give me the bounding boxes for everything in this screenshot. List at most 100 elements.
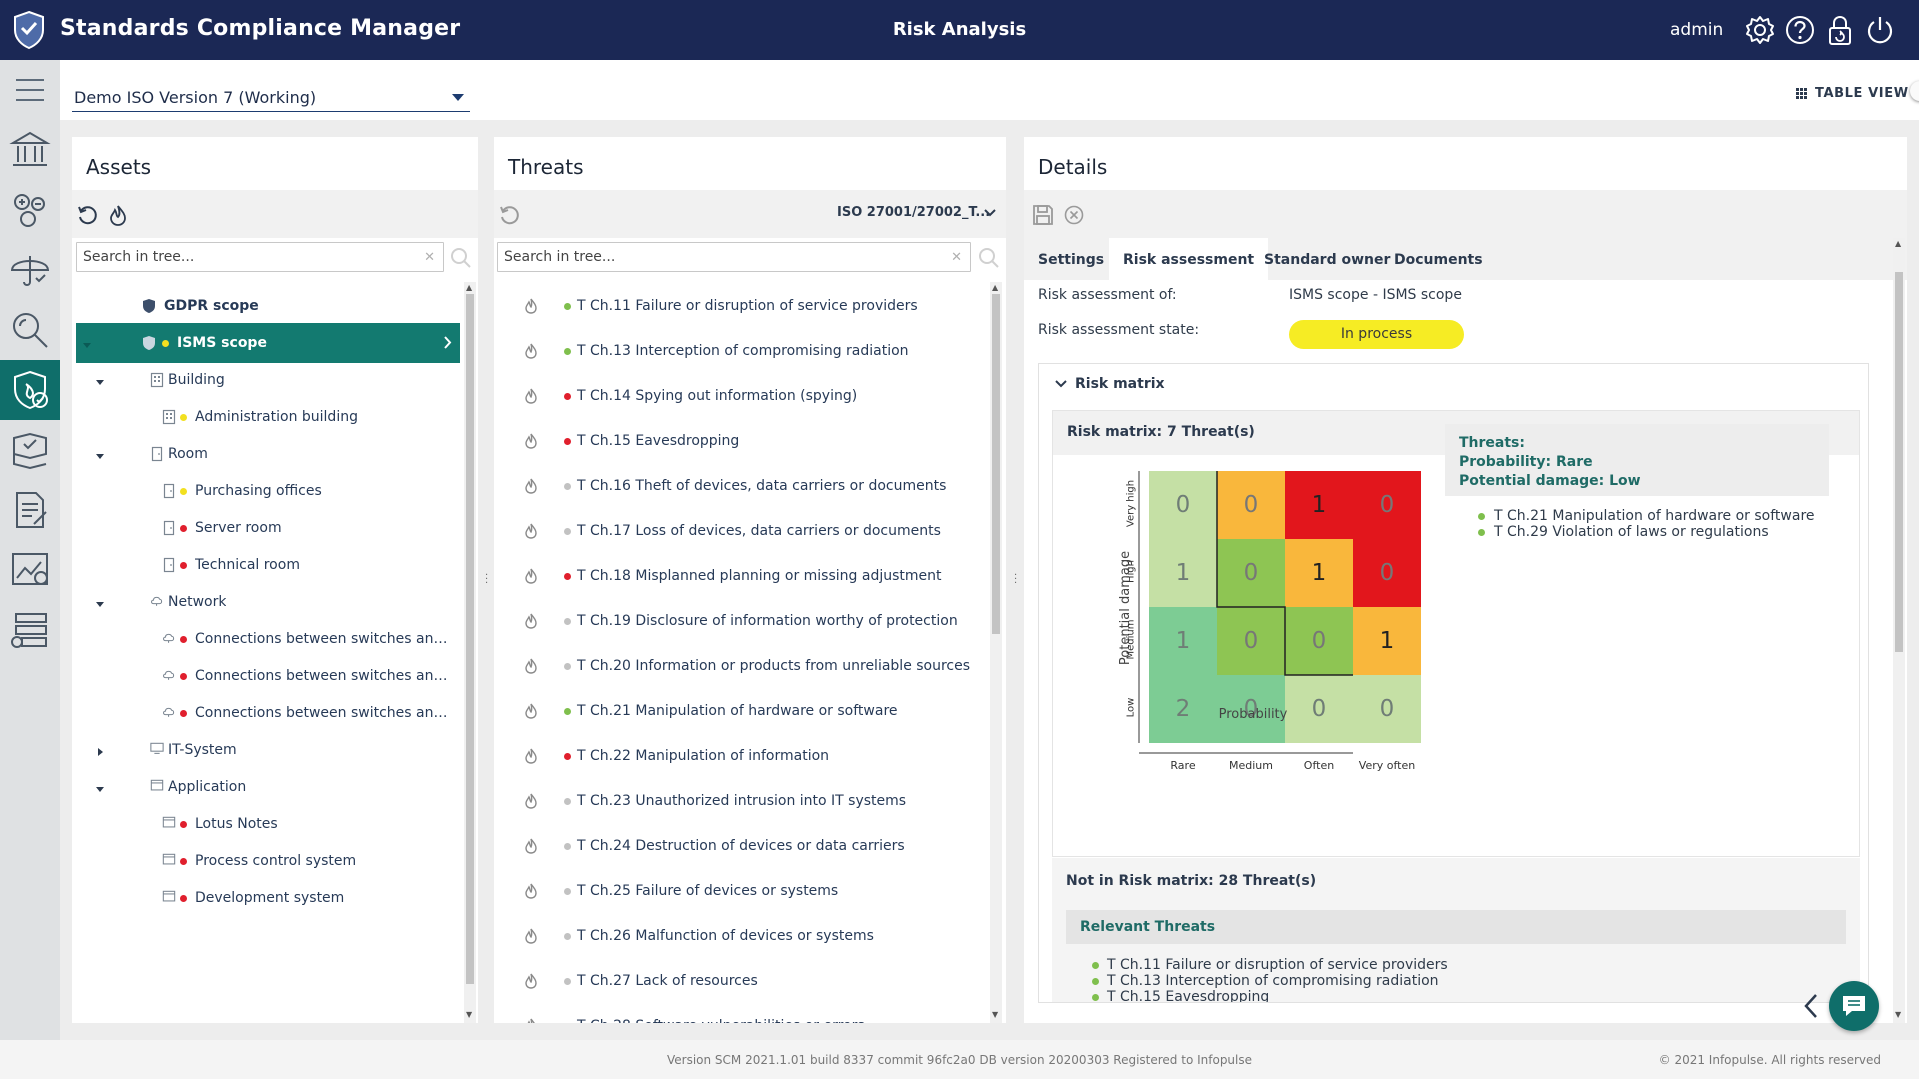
risk-analysis-icon[interactable] [0, 360, 60, 420]
roles-icon[interactable] [0, 180, 60, 240]
details-panel: Details Settings Risk assessment Standar… [1024, 137, 1907, 1023]
relevant-threat-item[interactable]: T Ch.15 Eavesdropping [1092, 989, 1269, 1002]
save-icon[interactable] [1032, 204, 1054, 226]
matrix-threat-item[interactable]: T Ch.29 Violation of laws or regulations [1478, 524, 1769, 540]
relevant-threat-item[interactable]: T Ch.13 Interception of compromising rad… [1092, 973, 1439, 989]
caret-right-icon[interactable] [95, 745, 105, 756]
app-logo-icon[interactable] [12, 10, 46, 50]
threat-list-item[interactable]: T Ch.24 Destruction of devices or data c… [494, 824, 992, 868]
clear-icon[interactable]: ✕ [424, 250, 435, 265]
analytics-icon[interactable] [0, 540, 60, 600]
threats-scrollbar[interactable]: ▲ ▼ [990, 282, 1002, 1023]
status-dot [564, 843, 571, 850]
status-dot [180, 413, 187, 421]
search-analysis-icon[interactable] [0, 300, 60, 360]
report-icon[interactable] [0, 480, 60, 540]
matrix-cell[interactable]: 1 [1353, 607, 1421, 675]
matrix-cell[interactable]: 1 [1285, 539, 1353, 607]
threat-list-item[interactable]: T Ch.20 Information or products from unr… [494, 644, 992, 688]
threat-list-item[interactable]: T Ch.19 Disclosure of information worthy… [494, 599, 992, 643]
threat-list-item[interactable]: T Ch.23 Unauthorized intrusion into IT s… [494, 779, 992, 823]
threat-list-item[interactable]: T Ch.17 Loss of devices, data carriers o… [494, 509, 992, 553]
asset-tree-label: Process control system [195, 853, 357, 869]
threats-search-input[interactable] [498, 243, 970, 271]
matrix-threat-item[interactable]: T Ch.21 Manipulation of hardware or soft… [1478, 508, 1815, 524]
chat-button[interactable] [1829, 981, 1879, 1031]
flame-icon [524, 478, 538, 494]
flame-icon[interactable] [108, 204, 128, 226]
gear-icon[interactable] [1744, 14, 1776, 46]
threat-list-item[interactable]: T Ch.14 Spying out information (spying) [494, 374, 992, 418]
measures-icon[interactable] [0, 420, 60, 480]
risk-matrix-toggle[interactable]: Risk matrix [1055, 376, 1165, 392]
matrix-cell[interactable]: 0 [1353, 675, 1421, 743]
threat-list-item[interactable]: T Ch.22 Manipulation of information [494, 734, 992, 778]
caret-down-icon[interactable] [82, 338, 92, 348]
threat-catalog-selector[interactable]: ISO 27001/27002_T... [837, 205, 990, 220]
threat-list-item[interactable]: T Ch.25 Failure of devices or systems [494, 869, 992, 913]
lock-icon[interactable] [1824, 14, 1856, 46]
scrollbar-thumb[interactable] [992, 294, 1000, 634]
splitter-handle[interactable]: · · · [1014, 571, 1017, 589]
scrollbar-thumb[interactable] [466, 294, 474, 984]
tab-settings[interactable]: Settings [1024, 238, 1118, 280]
threat-list-item[interactable]: T Ch.28 Software vulnerabilities or erro… [494, 1004, 992, 1023]
menu-icon[interactable] [0, 60, 60, 120]
institution-icon[interactable] [0, 120, 60, 180]
threat-list-item[interactable]: T Ch.13 Interception of compromising rad… [494, 329, 992, 373]
flame-icon [524, 568, 538, 584]
threat-list-item[interactable]: T Ch.27 Lack of resources [494, 959, 992, 1003]
refresh-icon[interactable] [498, 204, 520, 226]
matrix-cell[interactable]: 1 [1285, 471, 1353, 539]
status-dot [180, 635, 187, 643]
chevron-right-icon[interactable] [444, 336, 452, 353]
caret-down-icon[interactable] [95, 782, 105, 792]
matrix-cell[interactable]: 0 [1217, 471, 1285, 539]
clear-icon[interactable]: ✕ [951, 250, 962, 265]
matrix-cell[interactable]: 1 [1149, 607, 1217, 675]
details-scrollbar[interactable]: ▲ ▼ [1893, 238, 1905, 1023]
threat-label: T Ch.14 Spying out information (spying) [577, 388, 858, 404]
user-name[interactable]: admin [1670, 20, 1723, 40]
table-view-toggle[interactable] [1910, 81, 1919, 101]
assets-search-input[interactable] [77, 243, 443, 271]
asset-tree-item[interactable]: Development system [72, 876, 464, 920]
matrix-cell[interactable]: 0 [1353, 539, 1421, 607]
search-icon[interactable] [978, 247, 1000, 269]
matrix-cell[interactable]: 0 [1217, 539, 1285, 607]
door-icon [162, 483, 176, 499]
asset-tree-item[interactable]: ISMS scope [76, 323, 460, 363]
cancel-icon[interactable] [1064, 205, 1084, 225]
matrix-cell[interactable]: 1 [1149, 539, 1217, 607]
scrollbar-thumb[interactable] [1895, 272, 1903, 652]
tab-documents[interactable]: Documents [1380, 238, 1497, 280]
relevant-threat-item[interactable]: T Ch.11 Failure or disruption of service… [1092, 957, 1448, 973]
caret-down-icon[interactable] [95, 375, 105, 385]
chevron-left-icon[interactable] [1803, 993, 1819, 1019]
matrix-cell[interactable]: 0 [1285, 607, 1353, 675]
threat-list-item[interactable]: T Ch.11 Failure or disruption of service… [494, 284, 992, 328]
threat-list-item[interactable]: T Ch.18 Misplanned planning or missing a… [494, 554, 992, 598]
tab-risk-assessment[interactable]: Risk assessment [1109, 238, 1269, 280]
caret-down-icon[interactable] [95, 597, 105, 607]
matrix-cell[interactable]: 0 [1353, 471, 1421, 539]
threat-list-item[interactable]: T Ch.16 Theft of devices, data carriers … [494, 464, 992, 508]
umbrella-icon[interactable] [0, 240, 60, 300]
power-icon[interactable] [1864, 14, 1896, 46]
splitter-handle[interactable]: · · · [485, 571, 488, 589]
settings-list-icon[interactable] [0, 600, 60, 660]
asset-tree-item[interactable]: GDPR scope [72, 284, 464, 328]
matrix-cell[interactable]: 0 [1149, 471, 1217, 539]
caret-down-icon[interactable] [95, 449, 105, 459]
version-dropdown[interactable]: Demo ISO Version 7 (Working) [72, 82, 470, 112]
chevron-down-icon[interactable] [984, 209, 996, 217]
threat-list-item[interactable]: T Ch.26 Malfunction of devices or system… [494, 914, 992, 958]
refresh-icon[interactable] [76, 204, 98, 226]
threat-list-item[interactable]: T Ch.21 Manipulation of hardware or soft… [494, 689, 992, 733]
threat-list-item[interactable]: T Ch.15 Eavesdropping [494, 419, 992, 463]
assessment-state-badge[interactable]: In process [1289, 320, 1464, 349]
search-icon[interactable] [450, 247, 472, 269]
matrix-cell[interactable]: 0 [1217, 607, 1285, 675]
assets-scrollbar[interactable]: ▲ ▼ [464, 282, 476, 1023]
help-icon[interactable] [1784, 14, 1816, 46]
